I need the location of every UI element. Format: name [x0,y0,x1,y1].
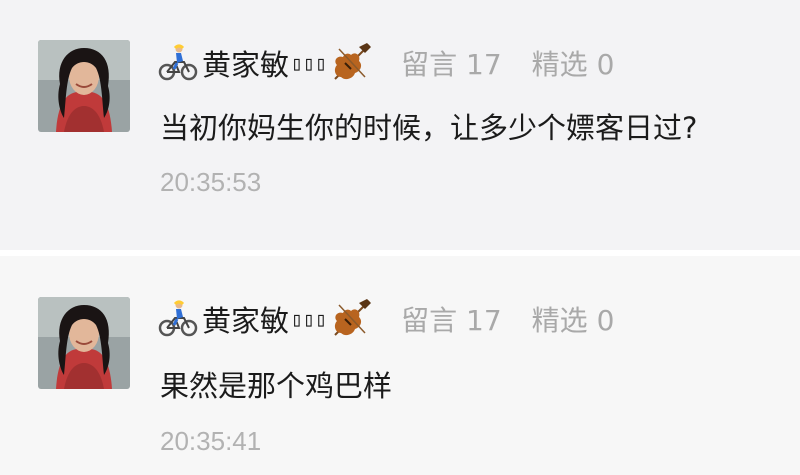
comment-count: 留言 17 [401,304,502,337]
author-name[interactable]: 黄家敏 [202,42,289,84]
author-name-suffix: ▯▯▯ [291,51,328,75]
comment-text: 果然是那个鸡巴样 [160,369,393,403]
selected-count: 精选 0 [531,304,615,337]
avatar[interactable] [38,40,130,132]
violin-icon [329,297,373,341]
avatar-image [38,297,130,389]
comment-timestamp: 20:35:41 [160,426,262,456]
avatar[interactable] [38,297,130,389]
comment-timestamp: 20:35:53 [160,167,262,197]
avatar-image [38,40,130,132]
cyclist-icon [158,43,198,83]
comment-card: 黄家敏 ▯▯▯ 留言 17 精选 0 果然是那个鸡巴样 20:35:41 [0,256,800,475]
comment-text: 当初你妈生你的时候，让多少个嫖客日过? [160,111,698,145]
comment-count: 留言 17 [401,48,502,81]
comment-header: 黄家敏 ▯▯▯ 留言 17 精选 0 [158,41,614,85]
comment-header: 黄家敏 ▯▯▯ 留言 17 精选 0 [158,297,614,341]
comment-card: 黄家敏 ▯▯▯ 留言 17 精选 0 当初你妈生你的时候，让多少个嫖客日过? 2… [0,0,800,250]
author-name-suffix: ▯▯▯ [291,307,328,331]
violin-icon [329,41,373,85]
cyclist-icon [158,299,198,339]
author-name[interactable]: 黄家敏 [202,298,289,340]
selected-count: 精选 0 [531,48,615,81]
